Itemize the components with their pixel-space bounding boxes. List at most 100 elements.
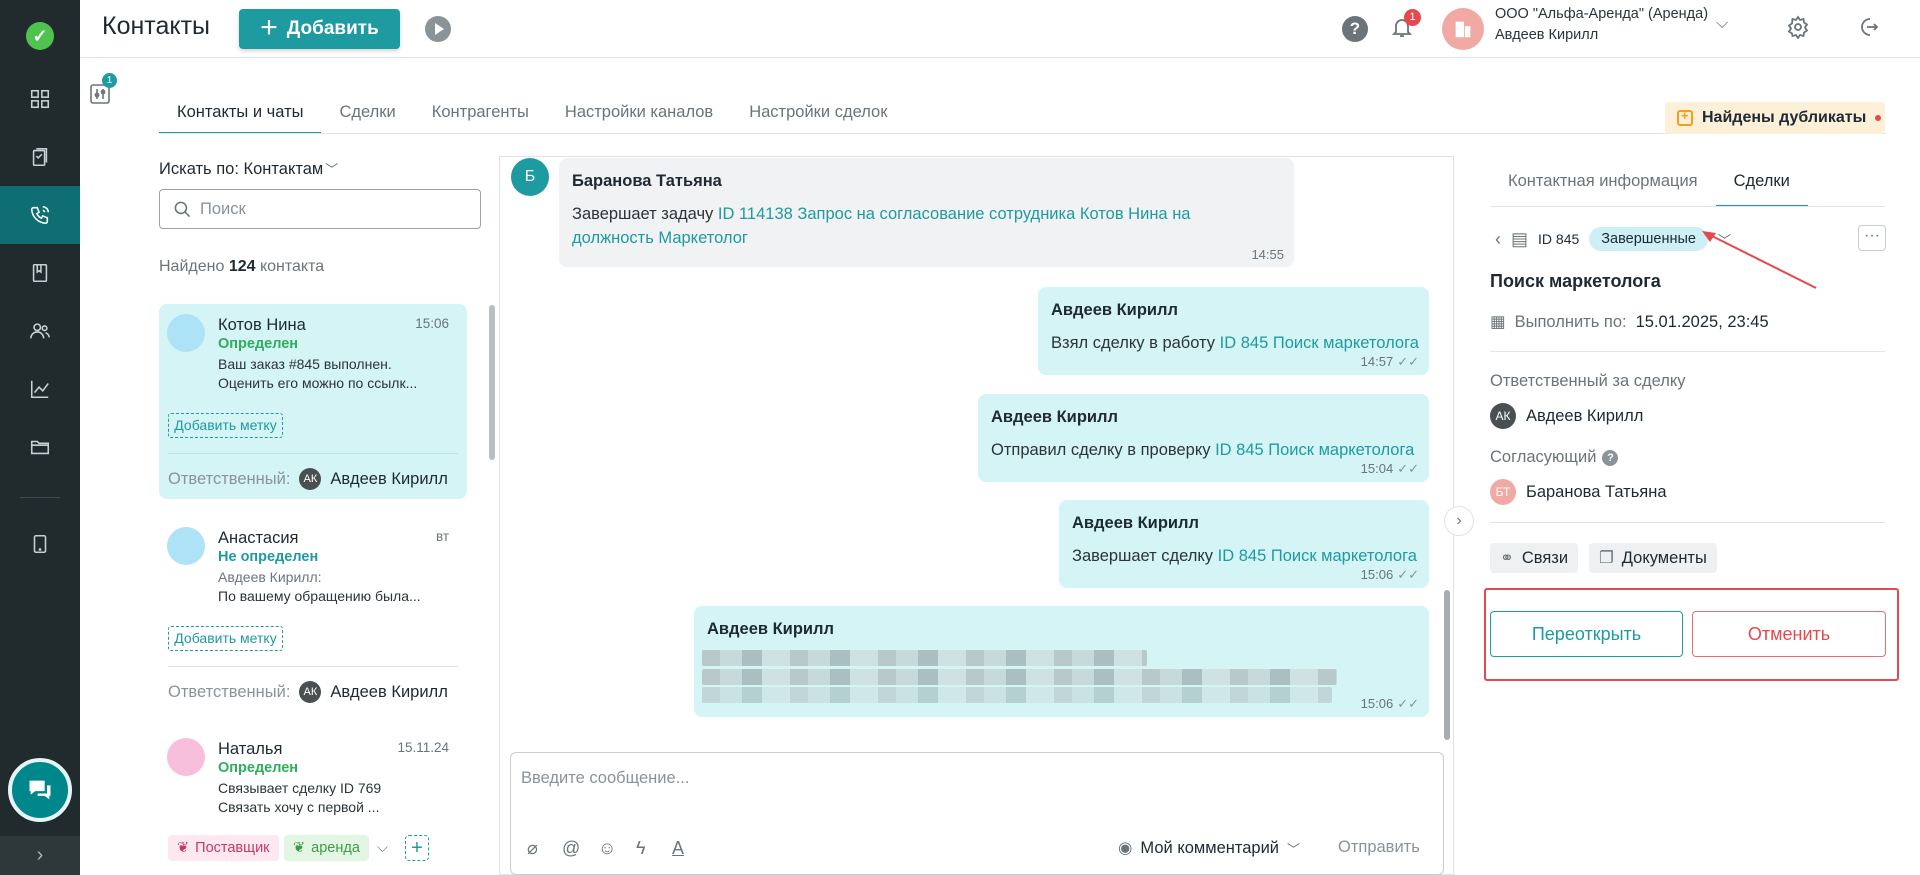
emoji-icon[interactable]: ☺ [598, 838, 616, 859]
play-tutorial-icon[interactable] [425, 16, 451, 42]
contact-avatar [167, 527, 205, 565]
tab-contact-info[interactable]: Контактная информация [1490, 170, 1716, 207]
sidebar-tablet-icon[interactable] [0, 515, 80, 573]
deal-link[interactable]: ID 845 Поиск маркетолога [1215, 441, 1414, 459]
tab-right-deals[interactable]: Сделки [1715, 170, 1808, 207]
deal-approver[interactable]: БТ Баранова Татьяна [1490, 479, 1667, 505]
mention-at-icon[interactable]: @ [562, 838, 580, 859]
back-chevron-left-icon[interactable]: ‹ [1495, 229, 1501, 250]
sidebar-contacts-phone-icon[interactable] [0, 186, 80, 244]
sidebar-tasks-icon[interactable] [0, 128, 80, 186]
deal-due-date: ▦ Выполнить по: 15.01.2025, 23:45 [1490, 312, 1769, 332]
chat-message: Авдеев Кирилл 15:06 ✓✓ [694, 606, 1429, 717]
cancel-deal-button[interactable]: Отменить [1692, 611, 1886, 657]
contact-last-message: Ваш заказ #845 выполнен. Оценить его мож… [218, 355, 454, 393]
deal-link[interactable]: ID 845 Поиск маркетолога [1218, 547, 1417, 565]
chat-scrollbar[interactable] [1444, 590, 1450, 740]
settings-gear-icon[interactable] [1786, 15, 1812, 41]
leaf-icon: ❦ [177, 840, 190, 856]
text-format-icon[interactable]: A [672, 838, 684, 859]
org-chevron-down-icon[interactable]: ⌵ [1716, 15, 1728, 33]
tab-deal-settings[interactable]: Настройки сделок [731, 96, 905, 134]
tabs-divider [159, 133, 1886, 134]
contact-last-message: Авдеев Кирилл: По вашему обращению была.… [218, 568, 454, 606]
documents-button[interactable]: ❐ Документы [1589, 543, 1717, 573]
contact-time: 15:06 [415, 316, 449, 331]
support-chat-button[interactable] [8, 758, 72, 822]
sidebar-book-icon[interactable] [0, 244, 80, 302]
current-user-name[interactable]: Авдеев Кирилл [1495, 27, 1598, 43]
message-input[interactable] [521, 769, 1421, 809]
blurred-text [702, 687, 1332, 703]
tags-expand-chevron-icon[interactable]: ⌵ [368, 835, 397, 861]
time-value: 15:06 [1360, 567, 1394, 582]
comment-mode-dropdown[interactable]: ◉ Мой комментарий ﹀ [1118, 838, 1300, 858]
task-link[interactable]: ID 114138 Запрос на согласование сотрудн… [718, 205, 1191, 223]
duplicates-found-button[interactable]: Найдены дубликаты [1665, 102, 1885, 134]
send-button[interactable]: Отправить [1338, 838, 1420, 857]
sidebar-folder-icon[interactable] [0, 418, 80, 476]
approver-avatar: БТ [1490, 479, 1516, 505]
links-button[interactable]: ⚭ Связи [1490, 543, 1579, 573]
message-author: Баранова Татьяна [572, 172, 722, 190]
deal-responsible[interactable]: АК Авдеев Кирилл [1490, 403, 1643, 429]
sidebar-expand-chevron-icon[interactable]: › [0, 836, 80, 875]
add-tag-button[interactable]: Добавить метку [168, 413, 283, 438]
section-divider [1490, 522, 1885, 523]
found-suffix: контакта [259, 258, 325, 275]
annotation-arrow [1702, 231, 1817, 289]
tab-counterparties[interactable]: Контрагенты [414, 96, 547, 134]
message-composer [510, 752, 1444, 875]
search-by-dropdown[interactable]: Искать по: Контактам ﹀ [159, 159, 338, 179]
logout-icon[interactable] [1856, 15, 1882, 41]
sidebar-dashboard-icon[interactable] [0, 70, 80, 128]
organization-name[interactable]: ООО "Альфа-Аренда" (Аренда) [1495, 6, 1708, 22]
message-time: 14:57 ✓✓ [1361, 354, 1419, 370]
tag-chip[interactable]: ❦ Поставщик [168, 835, 279, 861]
reopen-button[interactable]: Переоткрыть [1490, 611, 1683, 657]
tab-deals[interactable]: Сделки [321, 96, 413, 134]
app-logo-check-icon[interactable]: ✓ [26, 22, 54, 50]
message-text: Отправил сделку в проверку ID 845 Поиск … [991, 438, 1414, 462]
contact-list-scrollbar[interactable] [489, 305, 495, 460]
panel-collapse-chevron-icon[interactable]: › [1444, 506, 1474, 536]
quick-reply-lightning-icon[interactable]: ϟ [636, 838, 646, 859]
help-icon[interactable]: ? [1342, 16, 1368, 42]
contact-time: 15.11.24 [397, 740, 449, 755]
sidebar-analytics-icon[interactable] [0, 360, 80, 418]
contact-card[interactable]: Котов Нина 15:06 Определен Ваш заказ #84… [159, 304, 467, 499]
deal-status-badge[interactable]: Завершенные [1589, 227, 1708, 251]
more-options-icon[interactable]: ··· [1858, 225, 1886, 251]
deal-id: ID 845 [1538, 231, 1580, 247]
approver-label: Согласующий [1490, 448, 1597, 466]
tab-channel-settings[interactable]: Настройки каналов [547, 96, 731, 134]
chat-message: Авдеев Кирилл Взял сделку в работу ID 84… [1038, 287, 1429, 375]
found-count: 124 [228, 258, 256, 275]
plus-icon: + [260, 10, 278, 44]
sidebar-users-icon[interactable] [0, 302, 80, 360]
task-link-continued[interactable]: должность Маркетолог [572, 229, 748, 247]
add-button[interactable]: + Добавить [239, 9, 400, 49]
message-line: Оценить его можно по ссылк... [218, 375, 418, 391]
attach-paperclip-icon[interactable]: ⌀ [527, 838, 538, 859]
add-tag-button[interactable]: Добавить метку [168, 626, 283, 651]
deal-link[interactable]: ID 845 Поиск маркетолога [1220, 334, 1419, 352]
message-body: Завершает задачу [572, 205, 714, 223]
tag-chip[interactable]: ❦ аренда [284, 835, 369, 861]
leaf-icon: ❦ [293, 840, 306, 856]
organization-avatar[interactable] [1442, 8, 1484, 50]
search-input[interactable] [200, 199, 460, 219]
filter-badge: 1 [102, 73, 117, 88]
add-tag-plus-icon[interactable]: + [405, 835, 429, 861]
message-text: Завершает сделку ID 845 Поиск маркетолог… [1072, 544, 1417, 568]
page-title: Контакты [102, 12, 210, 40]
contact-card[interactable]: Анастасия вт Не определен Авдеев Кирилл:… [159, 517, 467, 710]
contact-name: Котов Нина [218, 316, 306, 334]
chat-bubbles-icon [29, 780, 51, 800]
tab-contacts-chats[interactable]: Контакты и чаты [159, 96, 322, 134]
contact-card[interactable]: Наталья 15.11.24 Определен Связывает сде… [159, 728, 467, 875]
responsible-avatar: АК [299, 681, 322, 703]
question-help-icon[interactable]: ? [1602, 450, 1619, 466]
card-divider [168, 666, 458, 667]
search-box[interactable] [159, 189, 481, 229]
